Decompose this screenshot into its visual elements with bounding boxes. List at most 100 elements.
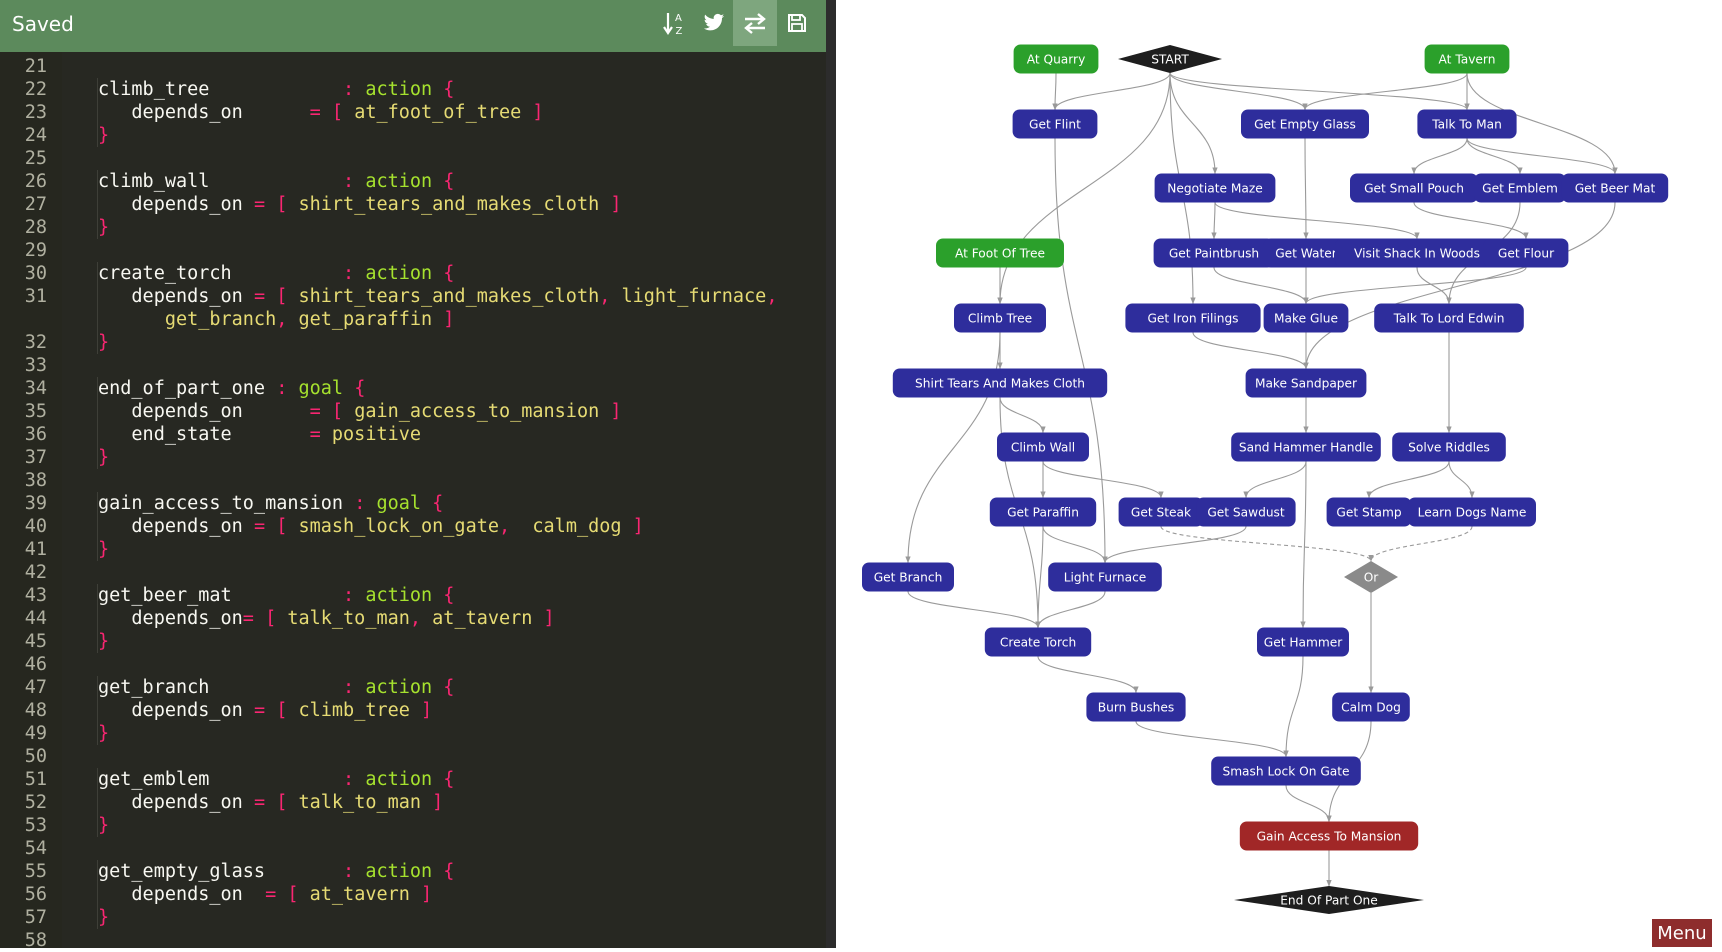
code-line[interactable]: 34 end_of_part_one : goal { bbox=[0, 377, 826, 400]
graph-node-get-paintbrush[interactable]: Get Paintbrush bbox=[1153, 238, 1275, 268]
code-line[interactable]: 52 depends_on = [ talk_to_man ] bbox=[0, 791, 826, 814]
graph-node-get-steak[interactable]: Get Steak bbox=[1118, 497, 1204, 527]
graph-node-burn-bushes[interactable]: Burn Bushes bbox=[1086, 692, 1186, 722]
graph-node-start[interactable]: START bbox=[1118, 45, 1222, 73]
node-label: Get Stamp bbox=[1336, 506, 1401, 520]
sort-az-button[interactable]: A Z bbox=[653, 0, 697, 46]
code-line[interactable]: 22 climb_tree : action { bbox=[0, 78, 826, 101]
code-line[interactable]: 42 bbox=[0, 561, 826, 584]
graph-node-make-glue[interactable]: Make Glue bbox=[1263, 303, 1349, 333]
code-line[interactable]: 55 get_empty_glass : action { bbox=[0, 860, 826, 883]
graph-node-talk-lord-edwin[interactable]: Talk To Lord Edwin bbox=[1374, 303, 1524, 333]
code-line[interactable]: 49} bbox=[0, 722, 826, 745]
graph-node-talk-to-man[interactable]: Talk To Man bbox=[1417, 109, 1517, 139]
save-button[interactable] bbox=[775, 0, 819, 46]
code-line[interactable]: 31 depends_on = [ shirt_tears_and_makes_… bbox=[0, 285, 826, 308]
code-line[interactable]: 28} bbox=[0, 216, 826, 239]
graph-node-get-small-pouch[interactable]: Get Small Pouch bbox=[1350, 173, 1478, 203]
code-editor[interactable]: 21 22 climb_tree : action {23 depends_on =… bbox=[0, 52, 826, 951]
graph-node-at-tavern[interactable]: At Tavern bbox=[1424, 44, 1510, 74]
graph-node-sand-hammer[interactable]: Sand Hammer Handle bbox=[1231, 432, 1381, 462]
code-line[interactable]: 29 bbox=[0, 239, 826, 262]
graph-node-get-stamp[interactable]: Get Stamp bbox=[1326, 497, 1412, 527]
code-token: create_torch bbox=[98, 263, 344, 284]
graph-node-or[interactable]: Or bbox=[1344, 561, 1398, 593]
code-line[interactable]: 48 depends_on = [ climb_tree ] bbox=[0, 699, 826, 722]
code-line[interactable]: 44 depends_on= [ talk_to_man, at_tavern … bbox=[0, 607, 826, 630]
graph-node-gain-access[interactable]: Gain Access To Mansion bbox=[1239, 821, 1419, 851]
code-line[interactable]: 46 bbox=[0, 653, 826, 676]
graph-node-at-quarry[interactable]: At Quarry bbox=[1013, 44, 1099, 74]
graph-node-at-foot-of-tree[interactable]: At Foot Of Tree bbox=[936, 238, 1064, 268]
code-line[interactable]: 57} bbox=[0, 906, 826, 929]
code-token: depends_on bbox=[98, 792, 254, 813]
graph-node-get-sawdust[interactable]: Get Sawdust bbox=[1196, 497, 1296, 527]
code-line[interactable]: 21 bbox=[0, 55, 826, 78]
graph-node-smash-lock[interactable]: Smash Lock On Gate bbox=[1211, 756, 1361, 786]
toggle-view-button[interactable] bbox=[733, 0, 777, 46]
code-line[interactable]: 45} bbox=[0, 630, 826, 653]
code-line[interactable]: 38 bbox=[0, 469, 826, 492]
code-text: } bbox=[98, 630, 109, 653]
code-line[interactable]: 58 bbox=[0, 929, 826, 952]
line-number: 36 bbox=[24, 424, 47, 445]
code-line[interactable]: 24} bbox=[0, 124, 826, 147]
code-line[interactable]: 47 get_branch : action { bbox=[0, 676, 826, 699]
panel-divider[interactable] bbox=[826, 0, 836, 948]
graph-node-make-sandpaper[interactable]: Make Sandpaper bbox=[1245, 368, 1367, 398]
graph-node-get-beer-mat[interactable]: Get Beer Mat bbox=[1561, 173, 1669, 203]
code-line[interactable]: 51 get_emblem : action { bbox=[0, 768, 826, 791]
graph-node-get-emblem[interactable]: Get Emblem bbox=[1474, 173, 1566, 203]
node-label: Get Flint bbox=[1029, 118, 1081, 132]
graph-node-light-furnace[interactable]: Light Furnace bbox=[1048, 562, 1162, 592]
code-line[interactable]: 25 bbox=[0, 147, 826, 170]
graph-node-negotiate-maze[interactable]: Negotiate Maze bbox=[1154, 173, 1276, 203]
code-line[interactable]: 27 depends_on = [ shirt_tears_and_makes_… bbox=[0, 193, 826, 216]
graph-node-learn-dogs-name[interactable]: Learn Dogs Name bbox=[1408, 497, 1536, 527]
graph-node-end-part-one[interactable]: End Of Part One bbox=[1234, 886, 1424, 914]
graph-node-get-branch[interactable]: Get Branch bbox=[862, 562, 954, 592]
code-line[interactable]: 41} bbox=[0, 538, 826, 561]
code-token: climb_wall bbox=[98, 171, 344, 192]
graph-node-solve-riddles[interactable]: Solve Riddles bbox=[1392, 432, 1506, 462]
graph-node-shirt-tears[interactable]: Shirt Tears And Makes Cloth bbox=[892, 368, 1108, 398]
code-line[interactable]: 54 bbox=[0, 837, 826, 860]
line-number: 31 bbox=[24, 286, 47, 307]
node-label: At Foot Of Tree bbox=[955, 247, 1045, 261]
code-token: { bbox=[432, 861, 455, 882]
code-line[interactable]: 30 create_torch : action { bbox=[0, 262, 826, 285]
code-line[interactable]: get_branch, get_paraffin ] bbox=[0, 308, 826, 331]
menu-button[interactable]: Menu bbox=[1652, 919, 1712, 947]
graph-node-get-iron-filings[interactable]: Get Iron Filings bbox=[1125, 303, 1261, 333]
twitter-button[interactable] bbox=[692, 0, 736, 46]
graph-node-climb-tree[interactable]: Climb Tree bbox=[954, 303, 1046, 333]
code-text: } bbox=[98, 906, 109, 929]
code-line[interactable]: 56 depends_on = [ at_tavern ] bbox=[0, 883, 826, 906]
code-line[interactable]: 37} bbox=[0, 446, 826, 469]
graph-node-visit-shack[interactable]: Visit Shack In Woods bbox=[1335, 238, 1499, 268]
code-line[interactable]: 43 get_beer_mat : action { bbox=[0, 584, 826, 607]
graph-node-get-empty-glass[interactable]: Get Empty Glass bbox=[1241, 109, 1369, 139]
graph-node-get-flint[interactable]: Get Flint bbox=[1012, 109, 1098, 139]
code-line[interactable]: 53} bbox=[0, 814, 826, 837]
code-line[interactable]: 26 climb_wall : action { bbox=[0, 170, 826, 193]
line-number: 25 bbox=[24, 148, 47, 169]
code-token: depends_on bbox=[98, 700, 254, 721]
graph-node-get-hammer[interactable]: Get Hammer bbox=[1257, 627, 1349, 657]
graph-node-climb-wall[interactable]: Climb Wall bbox=[997, 432, 1089, 462]
code-token: at_tavern bbox=[309, 884, 410, 905]
code-line[interactable]: 35 depends_on = [ gain_access_to_mansion… bbox=[0, 400, 826, 423]
code-line[interactable]: 23 depends_on = [ at_foot_of_tree ] bbox=[0, 101, 826, 124]
code-line[interactable]: 39 gain_access_to_mansion : goal { bbox=[0, 492, 826, 515]
graph-node-get-paraffin[interactable]: Get Paraffin bbox=[989, 497, 1097, 527]
code-text: gain_access_to_mansion : goal { bbox=[98, 492, 443, 515]
code-line[interactable]: 50 bbox=[0, 745, 826, 768]
graph-node-get-flour[interactable]: Get Flour bbox=[1483, 238, 1569, 268]
code-line[interactable]: 36 end_state = positive bbox=[0, 423, 826, 446]
graph-node-calm-dog[interactable]: Calm Dog bbox=[1332, 692, 1410, 722]
code-line[interactable]: 40 depends_on = [ smash_lock_on_gate, ca… bbox=[0, 515, 826, 538]
graph-node-create-torch[interactable]: Create Torch bbox=[984, 627, 1092, 657]
code-line[interactable]: 32} bbox=[0, 331, 826, 354]
code-line[interactable]: 33 bbox=[0, 354, 826, 377]
code-token: : bbox=[343, 769, 366, 790]
